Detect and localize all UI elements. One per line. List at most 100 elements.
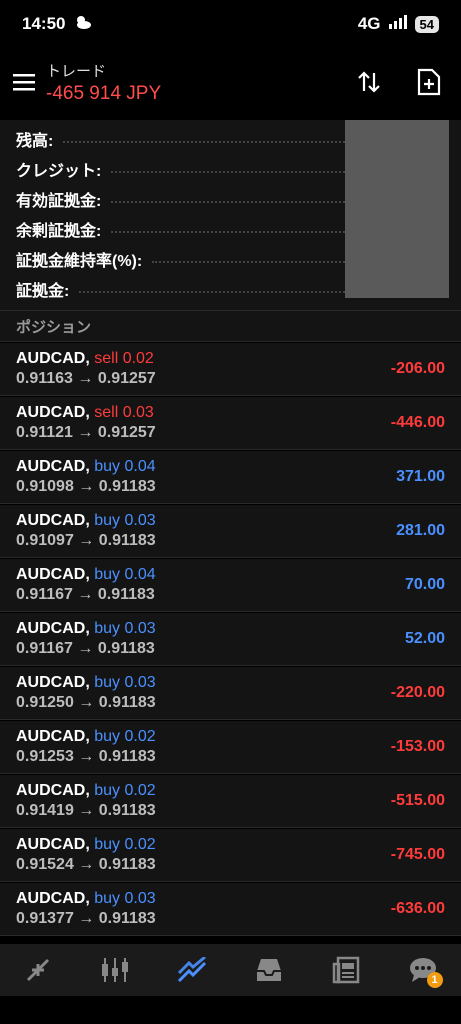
position-symbol: AUDCAD,	[16, 728, 90, 745]
system-home-area	[0, 996, 461, 1024]
position-info: AUDCAD, buy 0.03 0.91097 → 0.91183	[16, 512, 156, 550]
position-symbol: AUDCAD,	[16, 782, 90, 799]
position-prices: 0.91097 → 0.91183	[16, 532, 156, 549]
positions-list: AUDCAD, sell 0.02 0.91163 → 0.91257 -206.0…	[0, 342, 461, 936]
toolbar: トレード -465 914 JPY	[0, 52, 461, 112]
equity-label: 有効証拠金:	[16, 193, 102, 210]
position-row[interactable]: AUDCAD, buy 0.02 0.91524 → 0.91183 -745.00	[0, 828, 461, 882]
trade-icon[interactable]	[172, 950, 212, 990]
position-info: AUDCAD, buy 0.03 0.91167 → 0.91183	[16, 620, 156, 658]
status-time: 14:50	[22, 14, 66, 33]
position-side: sell 0.03	[94, 404, 154, 421]
position-title: AUDCAD, buy 0.04	[16, 566, 156, 584]
position-title: AUDCAD, buy 0.02	[16, 782, 156, 800]
position-profit: -206.00	[390, 360, 445, 377]
position-title: AUDCAD, buy 0.03	[16, 512, 156, 530]
position-prices: 0.91121 → 0.91257	[16, 424, 156, 441]
messages-icon[interactable]: 1	[403, 950, 443, 990]
position-title: AUDCAD, buy 0.02	[16, 728, 156, 746]
position-prices: 0.91250 → 0.91183	[16, 694, 156, 711]
position-profit: -745.00	[390, 846, 445, 863]
position-title: AUDCAD, buy 0.03	[16, 890, 156, 908]
position-side: buy 0.03	[94, 674, 156, 691]
page-title: トレード	[46, 62, 107, 80]
position-row[interactable]: AUDCAD, sell 0.02 0.91163 → 0.91257 -206.0…	[0, 342, 461, 396]
network-label: 4G	[357, 14, 381, 33]
position-side: buy 0.04	[94, 458, 156, 475]
signal-icon	[388, 14, 407, 34]
margin-label: 証拠金:	[16, 283, 70, 300]
position-profit: 281.00	[396, 522, 445, 539]
position-side: buy 0.03	[94, 620, 156, 637]
position-info: AUDCAD, buy 0.04 0.91098 → 0.91183	[16, 458, 156, 496]
position-row[interactable]: AUDCAD, buy 0.04 0.91098 → 0.91183 371.00	[0, 450, 461, 504]
free-margin-label: 余剰証拠金:	[16, 223, 102, 240]
floating-profit: -465 914 JPY	[46, 82, 162, 104]
history-icon[interactable]	[249, 950, 289, 990]
position-prices: 0.91524 → 0.91183	[16, 856, 156, 873]
position-profit: -446.00	[390, 414, 445, 431]
position-title: AUDCAD, sell 0.02	[16, 350, 156, 368]
position-title: AUDCAD, sell 0.03	[16, 404, 156, 422]
battery-indicator: 54	[414, 15, 439, 33]
position-symbol: AUDCAD,	[16, 890, 90, 907]
position-symbol: AUDCAD,	[16, 350, 90, 367]
position-side: sell 0.02	[94, 350, 154, 367]
position-row[interactable]: AUDCAD, buy 0.03 0.91097 → 0.91183 281.00	[0, 504, 461, 558]
position-row[interactable]: AUDCAD, sell 0.03 0.91121 → 0.91257 -446.0…	[0, 396, 461, 450]
sort-icon[interactable]	[349, 62, 389, 102]
position-info: AUDCAD, buy 0.03 0.91377 → 0.91183	[16, 890, 156, 928]
new-order-icon[interactable]	[409, 62, 449, 102]
chart-icon[interactable]	[95, 950, 135, 990]
position-info: AUDCAD, buy 0.04 0.91167 → 0.91183	[16, 566, 156, 604]
positions-header: ポジション	[0, 310, 461, 342]
position-info: AUDCAD, buy 0.03 0.91250 → 0.91183	[16, 674, 156, 712]
position-row[interactable]: AUDCAD, buy 0.03 0.91167 → 0.91183 52.00	[0, 612, 461, 666]
position-prices: 0.91377 → 0.91183	[16, 910, 156, 927]
position-side: buy 0.02	[94, 782, 156, 799]
position-side: buy 0.03	[94, 512, 156, 529]
position-prices: 0.91253 → 0.91183	[16, 748, 156, 765]
position-profit: -515.00	[390, 792, 445, 809]
position-symbol: AUDCAD,	[16, 620, 90, 637]
news-icon[interactable]	[326, 950, 366, 990]
status-bar: 14:50 4G 54	[0, 0, 461, 48]
messages-badge: 1	[426, 972, 443, 988]
position-row[interactable]: AUDCAD, buy 0.04 0.91167 → 0.91183 70.00	[0, 558, 461, 612]
position-symbol: AUDCAD,	[16, 836, 90, 853]
position-info: AUDCAD, sell 0.03 0.91121 → 0.91257	[16, 404, 156, 442]
position-profit: 52.00	[404, 630, 445, 647]
position-row[interactable]: AUDCAD, buy 0.03 0.91377 → 0.91183 -636.00	[0, 882, 461, 936]
credit-label: クレジット:	[16, 163, 102, 180]
position-title: AUDCAD, buy 0.03	[16, 620, 156, 638]
position-symbol: AUDCAD,	[16, 458, 90, 475]
position-title: AUDCAD, buy 0.03	[16, 674, 156, 692]
position-prices: 0.91163 → 0.91257	[16, 370, 156, 387]
position-profit: 70.00	[404, 576, 445, 593]
position-prices: 0.91419 → 0.91183	[16, 802, 156, 819]
position-profit: 371.00	[396, 468, 445, 485]
position-info: AUDCAD, buy 0.02 0.91419 → 0.91183	[16, 782, 156, 820]
position-row[interactable]: AUDCAD, buy 0.03 0.91250 → 0.91183 -220.00	[0, 666, 461, 720]
position-symbol: AUDCAD,	[16, 404, 90, 421]
positions-title: ポジション	[16, 318, 92, 336]
position-title: AUDCAD, buy 0.04	[16, 458, 156, 476]
position-profit: -636.00	[390, 900, 445, 917]
weather-icon	[73, 14, 93, 35]
position-row[interactable]: AUDCAD, buy 0.02 0.91253 → 0.91183 -153.00	[0, 720, 461, 774]
account-summary: 残高: クレジット: 有効証拠金: 余剰証拠金: 証拠金維持率(%): 証拠金:	[0, 120, 461, 310]
position-side: buy 0.03	[94, 890, 156, 907]
position-info: AUDCAD, buy 0.02 0.91253 → 0.91183	[16, 728, 156, 766]
position-profit: -220.00	[390, 684, 445, 701]
position-row[interactable]: AUDCAD, buy 0.02 0.91419 → 0.91183 -515.00	[0, 774, 461, 828]
redacted-values	[345, 120, 449, 298]
position-profit: -153.00	[390, 738, 445, 755]
position-info: AUDCAD, buy 0.02 0.91524 → 0.91183	[16, 836, 156, 874]
position-symbol: AUDCAD,	[16, 566, 90, 583]
menu-icon[interactable]	[12, 70, 36, 94]
margin-level-label: 証拠金維持率(%):	[16, 253, 143, 270]
position-title: AUDCAD, buy 0.02	[16, 836, 156, 854]
balance-label: 残高:	[16, 133, 54, 150]
quotes-icon[interactable]	[18, 950, 58, 990]
position-side: buy 0.02	[94, 728, 156, 745]
